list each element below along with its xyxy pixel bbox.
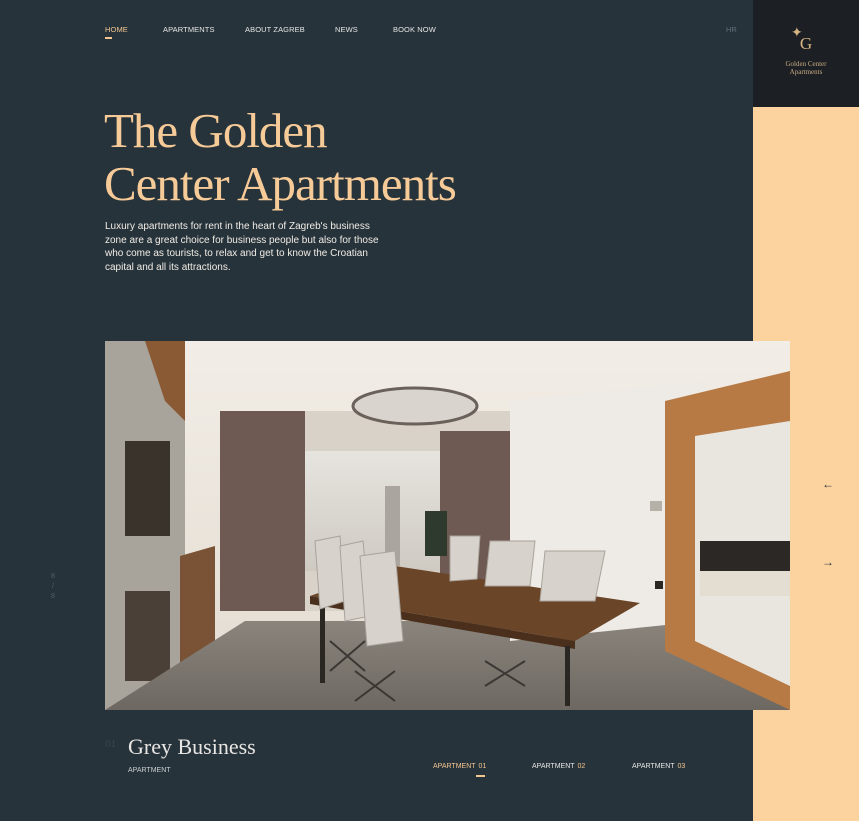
nav-news[interactable]: NEWS [335, 25, 358, 34]
apartment-subtitle: APARTMENT [128, 767, 171, 774]
logo-name-line1: Golden Center [785, 60, 827, 68]
hero-title-line1: The Golden [104, 103, 328, 158]
apartment-tab-label: APARTMENT [433, 763, 476, 770]
slide-current: 8 [51, 573, 55, 580]
slide-total: 8 [51, 593, 55, 600]
apartment-tab-active-indicator [476, 775, 485, 777]
apartment-tab-number: 01 [478, 763, 487, 770]
apartment-tab-number: 03 [677, 763, 686, 770]
nav-active-indicator [105, 37, 112, 39]
slide-counter: 8 / 8 [48, 572, 58, 602]
hero-title-line2: Center Apartments [104, 156, 457, 211]
nav-home[interactable]: HOME [105, 25, 128, 34]
logo[interactable]: ✦ G Golden Center Apartments [753, 0, 859, 107]
logo-name: Golden Center Apartments [753, 60, 859, 76]
arrow-left-icon[interactable]: ← [822, 478, 834, 490]
apartment-photo-illustration [105, 341, 790, 710]
apartment-tab-number: 02 [577, 763, 586, 770]
apartment-number: 01 [105, 738, 116, 750]
apartment-tab-02[interactable]: APARTMENT 02 [532, 763, 585, 770]
nav-book-now[interactable]: BOOK NOW [393, 25, 436, 34]
apartment-tab-label: APARTMENT [532, 763, 575, 770]
hero-description: Luxury apartments for rent in the heart … [105, 221, 379, 273]
apartment-photo [105, 341, 790, 710]
apartment-tab-label: APARTMENT [632, 763, 675, 770]
hero-title: The Golden Center Apartments [104, 104, 584, 210]
apartment-tab-01[interactable]: APARTMENT 01 [433, 763, 486, 770]
language-switch[interactable]: HR [726, 25, 737, 34]
apartment-name: Grey Business [128, 734, 256, 759]
logo-letter: G [799, 34, 813, 53]
slide-separator: / [52, 583, 54, 590]
nav-apartments[interactable]: APARTMENTS [163, 25, 215, 34]
apartment-tab-03[interactable]: APARTMENT 03 [632, 763, 685, 770]
logo-name-line2: Apartments [789, 68, 823, 76]
arrow-right-icon[interactable]: → [822, 556, 834, 568]
nav-about-zagreb[interactable]: ABOUT ZAGREB [245, 25, 305, 34]
